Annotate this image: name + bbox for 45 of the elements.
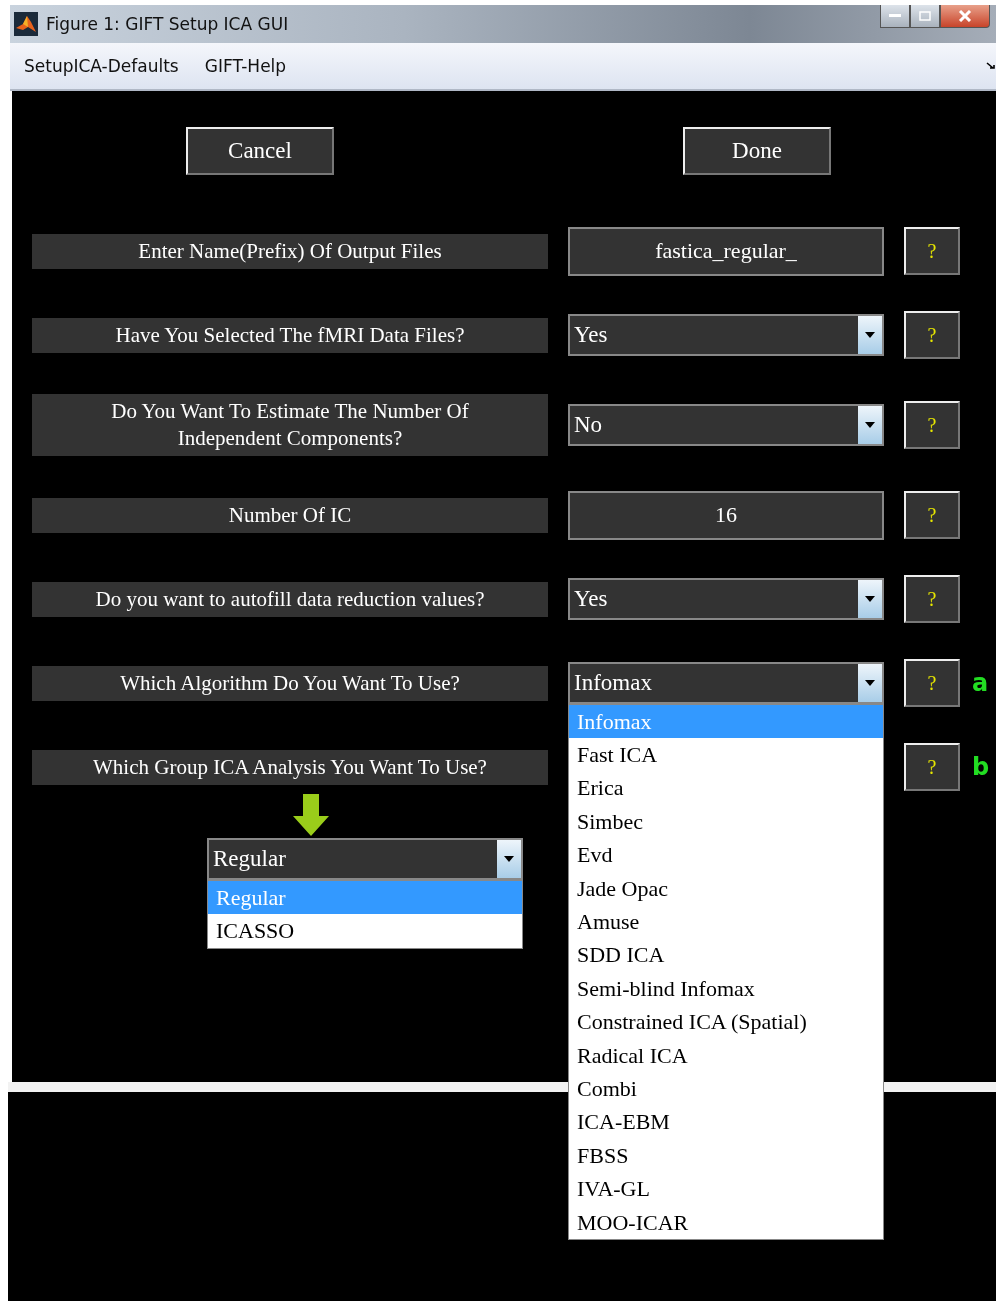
help-button[interactable]: ? xyxy=(904,401,960,449)
caret-icon xyxy=(865,422,875,428)
dock-arrow-icon[interactable] xyxy=(986,62,996,70)
question-label: Have You Selected The fMRI Data Files? xyxy=(32,317,548,353)
help-button[interactable]: ? xyxy=(904,575,960,623)
help-button[interactable]: ? xyxy=(904,491,960,539)
help-button[interactable]: ? xyxy=(904,227,960,275)
dropdown-value: Regular xyxy=(212,846,287,872)
close-button[interactable] xyxy=(940,5,990,28)
help-button[interactable]: ? xyxy=(904,743,960,791)
question-label: Do You Want To Estimate The Number Of Independent Components? xyxy=(32,394,548,456)
text-field[interactable]: 16 xyxy=(568,490,884,540)
app-logo-icon xyxy=(14,12,38,36)
push-button[interactable]: Done xyxy=(683,127,831,175)
caret-icon xyxy=(504,856,514,862)
text-field[interactable]: fastica_regular_ xyxy=(568,226,884,276)
question-label: Do you want to autofill data reduction values? xyxy=(32,581,548,617)
question-label: Number Of IC xyxy=(32,497,548,533)
dropdown-value: Infomax xyxy=(573,670,653,696)
push-button[interactable]: Cancel xyxy=(186,127,334,175)
minimize-icon xyxy=(889,14,901,18)
maximize-icon xyxy=(919,11,931,21)
help-button[interactable]: ? xyxy=(904,659,960,707)
dropdown-value: Yes xyxy=(573,322,609,348)
dropdown-value: Yes xyxy=(573,586,609,612)
question-label: Enter Name(Prefix) Of Output Files xyxy=(32,233,548,269)
dropdown[interactable]: Yes xyxy=(568,314,884,356)
question-label: Which Group ICA Analysis You Want To Use? xyxy=(32,749,548,785)
caret-icon xyxy=(865,680,875,686)
dropdown[interactable]: Yes xyxy=(568,578,884,620)
menu-item[interactable]: GIFT-Help xyxy=(204,56,287,76)
window-title: Figure 1: GIFT Setup ICA GUI xyxy=(46,14,290,34)
minimize-button[interactable] xyxy=(880,5,910,28)
dropdown-value: No xyxy=(573,412,604,438)
down-arrow-icon xyxy=(293,794,329,836)
annotation-letter: a xyxy=(972,669,990,697)
close-icon xyxy=(958,10,972,22)
help-button[interactable]: ? xyxy=(904,311,960,359)
question-label: Which Algorithm Do You Want To Use? xyxy=(32,665,548,701)
caret-icon xyxy=(865,596,875,602)
annotation-letter: b xyxy=(972,753,991,781)
menu-item[interactable]: SetupICA-Defaults xyxy=(24,56,179,76)
dropdown[interactable]: No xyxy=(568,404,884,446)
maximize-button[interactable] xyxy=(910,5,940,28)
caret-icon xyxy=(865,332,875,338)
